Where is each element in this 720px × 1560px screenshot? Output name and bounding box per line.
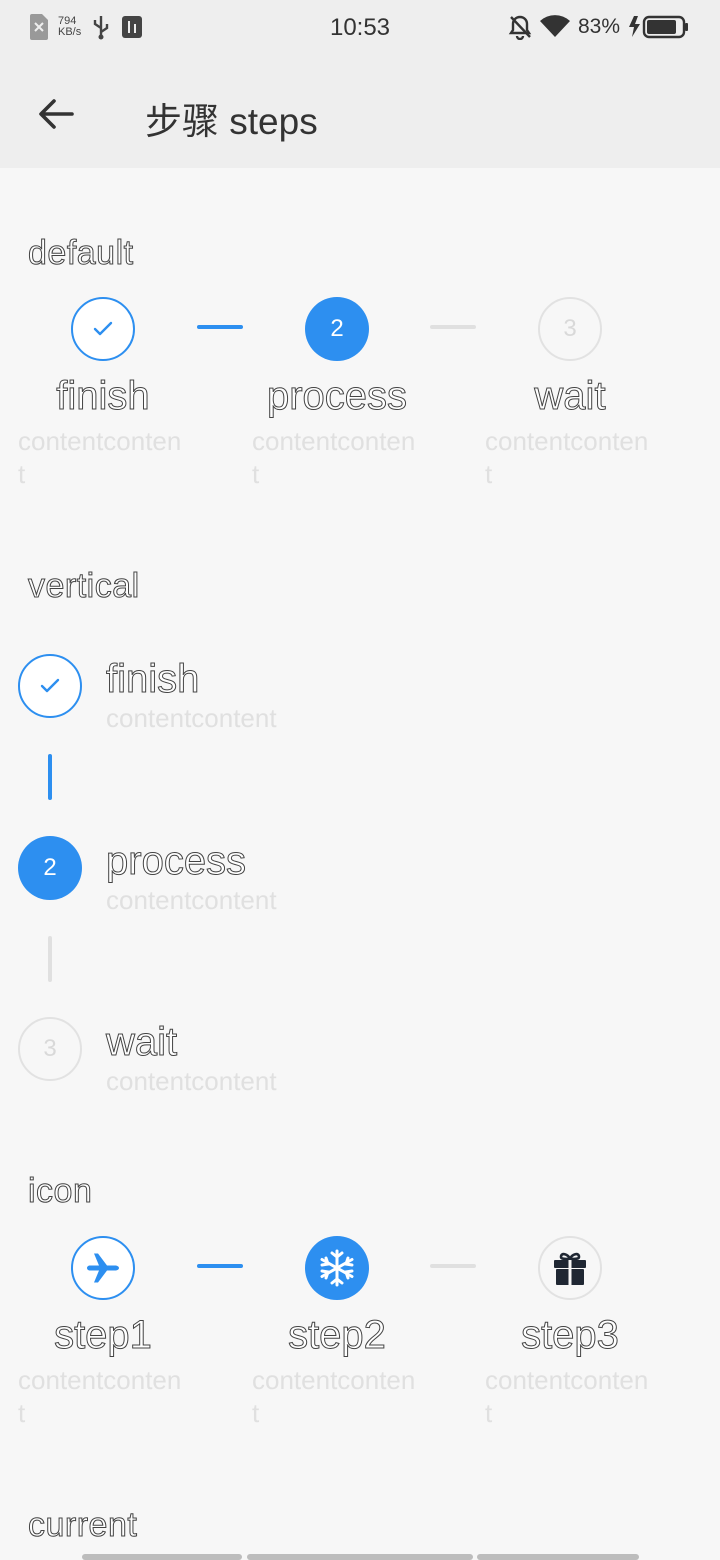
app-header: 步骤 steps [0, 58, 720, 168]
vertical-step-wait[interactable]: 3 wait contentcontent [18, 1017, 277, 1096]
step-connector [430, 1264, 476, 1268]
step-wait[interactable]: 3 wait contentcontent [480, 297, 660, 491]
step-title: wait [534, 374, 606, 419]
section-title-default: default [28, 234, 134, 273]
step-wait-marker: 3 [18, 1017, 82, 1081]
step-content: contentcontent [106, 703, 277, 733]
page-title: 步骤 steps [145, 101, 318, 142]
step-title: step1 [54, 1313, 153, 1358]
vertical-step-text: wait contentcontent [106, 1019, 506, 1098]
step-wait-marker: 3 [538, 297, 602, 361]
step-finish-marker [18, 654, 82, 718]
progress-step-bar [477, 1554, 639, 1560]
step-title: wait [106, 1020, 178, 1065]
step-connector [430, 325, 476, 329]
section-title-vertical: vertical [28, 567, 140, 606]
step-connector [197, 325, 243, 329]
vertical-step-process[interactable]: 2 process contentcontent [18, 836, 277, 915]
progress-step-bar [82, 1554, 242, 1560]
wifi-icon [539, 15, 570, 37]
battery-icon [629, 15, 688, 39]
vertical-connector [48, 754, 52, 800]
check-icon [93, 321, 113, 336]
step-content: contentcontent [485, 1365, 649, 1428]
step-title: process [106, 839, 247, 884]
step-title: finish [56, 374, 150, 419]
step-icon-marker [305, 1236, 369, 1300]
vertical-step-finish[interactable]: finish contentcontent [18, 654, 277, 733]
vertical-step-text: finish contentcontent [106, 656, 506, 735]
step-process-marker: 2 [305, 297, 369, 361]
step-content: contentcontent [252, 1365, 416, 1428]
progress-step-bar [247, 1554, 473, 1560]
icon-step-3[interactable]: step3 contentcontent [480, 1236, 660, 1430]
icon-step-2[interactable]: step2 contentcontent [247, 1236, 427, 1430]
step-process[interactable]: 2 process contentcontent [247, 297, 427, 491]
status-right: 83% [508, 14, 690, 40]
step-content: contentcontent [252, 426, 416, 489]
battery-percent: 83% [577, 15, 620, 38]
step-content: contentcontent [106, 885, 277, 915]
step-content: contentcontent [485, 426, 649, 489]
step-process-marker: 2 [18, 836, 82, 900]
step-connector [197, 1264, 243, 1268]
step-content: contentcontent [106, 1066, 277, 1096]
step-finish[interactable]: finish contentcontent [13, 297, 193, 491]
step-content: contentcontent [18, 426, 182, 489]
icon-step-1[interactable]: step1 contentcontent [13, 1236, 193, 1430]
vertical-connector [48, 936, 52, 982]
status-bar: 794 KB/s 10:53 83% [0, 0, 720, 58]
step-title: step2 [288, 1313, 387, 1358]
step-content: contentcontent [18, 1365, 182, 1428]
bell-off-icon [508, 15, 532, 40]
step-title: step3 [521, 1313, 620, 1358]
step-title: process [266, 374, 408, 419]
gift-icon [554, 1252, 586, 1285]
step-icon-marker [538, 1236, 602, 1300]
step-icon-marker [71, 1236, 135, 1300]
step-finish-marker [71, 297, 135, 361]
arrow-left-icon[interactable] [34, 92, 78, 136]
check-icon [40, 678, 60, 693]
section-title-current: current [27, 1506, 138, 1545]
vertical-step-text: process contentcontent [106, 838, 506, 917]
section-title-icon: icon [27, 1172, 93, 1211]
snowflake-icon [320, 1249, 354, 1287]
airplane-icon [87, 1253, 119, 1283]
step-title: finish [106, 657, 200, 702]
